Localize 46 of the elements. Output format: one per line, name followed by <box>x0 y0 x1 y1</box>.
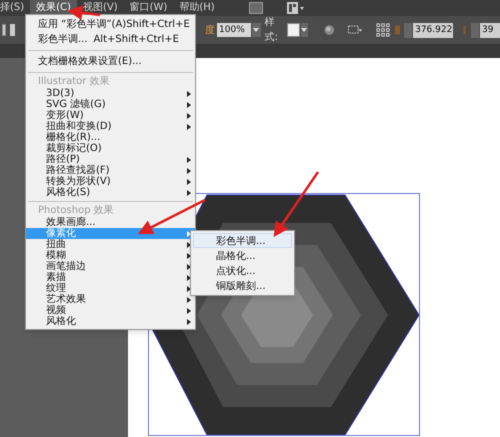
align-options-icon[interactable] <box>348 25 362 35</box>
menu-item[interactable]: 转换为形状(V) <box>26 176 195 187</box>
x-field[interactable]: 376.922 <box>413 22 454 38</box>
opacity-field[interactable]: 100% <box>217 23 251 37</box>
menu-item[interactable]: 效果画廊... <box>26 217 195 228</box>
annotation-arrow <box>138 198 206 234</box>
menu-item[interactable]: 路径(P) <box>26 154 195 165</box>
caret-icon <box>301 28 308 32</box>
shortcut-label: Alt+Shift+Ctrl+E <box>93 33 179 47</box>
bridge-icon[interactable] <box>248 2 263 14</box>
menu-section-header: Photoshop 效果 <box>37 205 115 216</box>
menu-item[interactable]: 3D(3) <box>26 88 195 99</box>
dropdown-button[interactable] <box>10 24 16 36</box>
caret-icon <box>253 28 260 32</box>
menu-item[interactable]: 路径查找器(F) <box>26 165 195 176</box>
style-label: 样式: <box>264 16 279 45</box>
menu-item[interactable]: 栅格化(R)... <box>26 132 195 143</box>
menu-item[interactable]: 裁剪标记(O) <box>26 143 195 154</box>
opacity-label: 度 <box>205 24 216 38</box>
dropdown-button[interactable] <box>300 23 308 37</box>
annotation-arrow <box>274 171 320 238</box>
menu-item[interactable]: 扭曲和变换(D) <box>26 121 195 132</box>
layout-icon[interactable] <box>286 2 305 14</box>
menu-item[interactable]: 铜版雕刻... <box>193 278 292 293</box>
menu-item[interactable]: 晶格化... <box>193 248 292 263</box>
menu-item[interactable]: 彩色半调... <box>193 233 292 248</box>
menu-item[interactable]: 文档栅格效果设置(E)... <box>26 54 195 69</box>
shortcut-label: Shift+Ctrl+E <box>126 18 190 32</box>
globe-icon[interactable] <box>324 24 334 36</box>
reference-point-icon[interactable] <box>376 22 390 38</box>
menu-item[interactable]: 风格化(S) <box>26 187 195 198</box>
menu-item[interactable]: 彩色半调... Alt+Shift+Ctrl+E <box>26 32 195 47</box>
menu-item[interactable]: 风格化 <box>26 316 195 327</box>
y-field[interactable]: 39 <box>480 22 500 38</box>
menu-bar-item[interactable]: 择(S) <box>0 0 30 16</box>
menu-item[interactable]: 视频 <box>26 305 195 316</box>
menu-item[interactable]: 应用 “彩色半调”(A)Shift+Ctrl+E <box>26 17 195 32</box>
menu-item[interactable]: SVG 滤镜(G) <box>26 99 195 110</box>
menu-bar-item[interactable]: 帮助(H) <box>173 0 221 16</box>
menu-item[interactable]: 变形(W) <box>26 110 195 121</box>
menu-bar-item[interactable]: 窗口(W) <box>124 0 174 16</box>
menu-item[interactable]: 艺术效果 <box>26 294 195 305</box>
menu-item[interactable]: 点状化... <box>193 263 292 278</box>
style-swatch[interactable] <box>287 23 300 37</box>
dropdown-button[interactable] <box>252 23 261 37</box>
menu-section-header: Illustrator 效果 <box>37 76 111 88</box>
